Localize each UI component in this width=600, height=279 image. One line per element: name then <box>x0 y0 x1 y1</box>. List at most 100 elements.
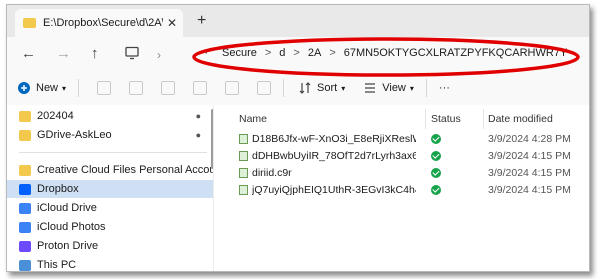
chevron-down-icon: ▾ <box>341 83 346 93</box>
chevron-down-icon: ▾ <box>62 83 67 93</box>
chevron-right-icon[interactable]: › <box>157 48 161 62</box>
more-options-button[interactable]: ··· <box>439 82 450 94</box>
folder-icon <box>23 18 36 28</box>
file-icon <box>239 134 248 144</box>
synced-status-icon <box>431 134 441 144</box>
new-button[interactable]: New ▾ <box>17 81 66 95</box>
sort-icon <box>299 82 311 94</box>
column-divider[interactable] <box>425 109 426 129</box>
file-date: 3/9/2024 4:15 PM <box>488 167 571 179</box>
forward-button[interactable]: → <box>56 45 71 62</box>
paste-icon[interactable] <box>161 81 176 95</box>
sidebar-item-label: 202404 <box>37 110 74 122</box>
chevron-right-icon: > <box>264 47 272 59</box>
file-name: jQ7uyiQjphEIQ1UthR-3EGvI3kC4h4Znm8... <box>252 184 416 196</box>
sidebar-item-label: This PC <box>37 259 77 271</box>
breadcrumb-item[interactable]: Secure <box>222 47 257 59</box>
sort-button[interactable]: Sort ▾ <box>298 81 345 95</box>
file-name: D18B6Jfx-wF-XnO3i_E8eRjiXReslWesOqu... <box>252 133 416 145</box>
sidebar-item-icloud-photos[interactable]: iCloud Photos <box>19 218 209 236</box>
synced-status-icon <box>431 168 441 178</box>
file-icon <box>239 168 248 178</box>
tab-current-folder[interactable]: E:\Dropbox\Secure\d\2A\67M ✕ <box>15 9 183 37</box>
breadcrumb-item[interactable]: 67MN5OKTYGCXLRATZPYFKQCARHWR7Y <box>344 47 568 59</box>
sidebar-item-label: Proton Drive <box>37 240 99 252</box>
toolbar-divider <box>78 79 80 97</box>
file-date: 3/9/2024 4:15 PM <box>488 150 571 162</box>
google-drive-folder-icon <box>19 129 31 141</box>
file-date: 3/9/2024 4:15 PM <box>488 184 571 196</box>
close-tab-icon[interactable]: ✕ <box>167 16 177 30</box>
view-label: View <box>382 82 406 94</box>
column-header-status[interactable]: Status <box>431 113 461 125</box>
file-list: Name Status Date modified D18B6Jfx-wF-Xn… <box>221 105 589 271</box>
new-label: New <box>36 82 59 94</box>
toolbar-divider <box>283 79 285 97</box>
folder-icon <box>19 110 31 122</box>
sort-label: Sort <box>317 82 338 94</box>
cut-icon[interactable] <box>97 81 112 95</box>
command-bar: New ▾ Sort ▾ View ▾ ··· <box>7 71 589 106</box>
sidebar-item-202404[interactable]: 202404 ● <box>19 107 209 125</box>
sidebar-item-dropbox[interactable]: Dropbox <box>7 180 213 198</box>
explorer-window: E:\Dropbox\Secure\d\2A\67M ✕ + ← → ↑ › ·… <box>6 4 590 272</box>
breadcrumb-item[interactable]: d <box>279 47 285 59</box>
sidebar-item-gdrive-askleo[interactable]: GDrive-AskLeo ● <box>19 126 209 144</box>
rename-icon[interactable] <box>193 81 208 95</box>
creative-cloud-folder-icon <box>19 164 31 176</box>
sidebar-item-icloud-drive[interactable]: iCloud Drive <box>19 199 209 217</box>
copy-icon[interactable] <box>129 81 144 95</box>
sidebar-item-label: GDrive-AskLeo <box>37 129 112 141</box>
sidebar-item-creative-cloud[interactable]: Creative Cloud Files Personal Account le… <box>19 161 213 179</box>
sidebar-item-label: iCloud Photos <box>37 221 106 233</box>
sidebar-item-label: Dropbox <box>37 183 79 195</box>
sidebar-item-label: iCloud Drive <box>37 202 97 214</box>
chevron-right-icon: > <box>293 47 300 59</box>
sidebar-divider <box>19 152 207 153</box>
icloud-drive-icon <box>19 202 31 214</box>
address-bar[interactable]: ··· Secure > d > 2A > 67MN5OKTYGCXLRATZP… <box>197 40 589 66</box>
sidebar-scrollbar[interactable] <box>211 109 213 169</box>
navigation-bar: ← → ↑ › ··· Secure > d > 2A > 67MN5OKTYG… <box>7 37 589 71</box>
up-button[interactable]: ↑ <box>91 45 99 62</box>
file-icon <box>239 185 248 195</box>
new-tab-button[interactable]: + <box>197 12 206 30</box>
plus-circle-icon <box>18 82 30 94</box>
sidebar-item-label: Creative Cloud Files Personal Account le… <box>37 164 213 176</box>
share-icon[interactable] <box>225 81 240 95</box>
file-row[interactable]: D18B6Jfx-wF-XnO3i_E8eRjiXReslWesOqu... 3… <box>221 131 589 147</box>
sidebar-item-proton-drive[interactable]: Proton Drive <box>19 237 209 255</box>
breadcrumb-item[interactable]: 2A <box>308 47 321 59</box>
synced-status-icon <box>431 151 441 161</box>
view-list-icon <box>365 83 376 93</box>
file-name: diriid.c9r <box>252 167 292 179</box>
view-button[interactable]: View ▾ <box>363 81 414 95</box>
address-more-button[interactable]: ··· <box>197 47 208 59</box>
title-bar: E:\Dropbox\Secure\d\2A\67M ✕ + <box>7 5 589 37</box>
file-name: dDHBwbUyiIR_78OfT2d7rLyrh3ax62QL0w... <box>252 150 416 162</box>
file-row[interactable]: diriid.c9r 3/9/2024 4:15 PM <box>221 165 589 181</box>
icloud-photos-icon <box>19 221 31 233</box>
column-divider[interactable] <box>483 109 484 129</box>
toolbar-divider <box>425 79 427 97</box>
pin-icon: ● <box>195 111 201 121</box>
sidebar-item-this-pc[interactable]: This PC <box>19 256 209 271</box>
pin-icon: ● <box>195 130 201 140</box>
column-header-date-modified[interactable]: Date modified <box>488 113 553 125</box>
chevron-right-icon: > <box>329 47 336 59</box>
content-area: 202404 ● GDrive-AskLeo ● Creative Cloud … <box>7 105 589 271</box>
chevron-down-icon: ▾ <box>409 83 414 93</box>
navigation-pane: 202404 ● GDrive-AskLeo ● Creative Cloud … <box>7 105 214 271</box>
back-button[interactable]: ← <box>21 45 36 62</box>
file-row[interactable]: jQ7uyiQjphEIQ1UthR-3EGvI3kC4h4Znm8... 3/… <box>221 182 589 198</box>
computer-icon <box>19 259 31 271</box>
delete-icon[interactable] <box>257 81 272 95</box>
view-pane-button[interactable] <box>125 46 139 64</box>
proton-drive-icon <box>19 240 31 252</box>
column-header-name[interactable]: Name <box>239 113 267 125</box>
synced-status-icon <box>431 185 441 195</box>
file-row[interactable]: dDHBwbUyiIR_78OfT2d7rLyrh3ax62QL0w... 3/… <box>221 148 589 164</box>
file-date: 3/9/2024 4:28 PM <box>488 133 571 145</box>
monitor-icon <box>125 46 139 60</box>
file-icon <box>239 151 248 161</box>
